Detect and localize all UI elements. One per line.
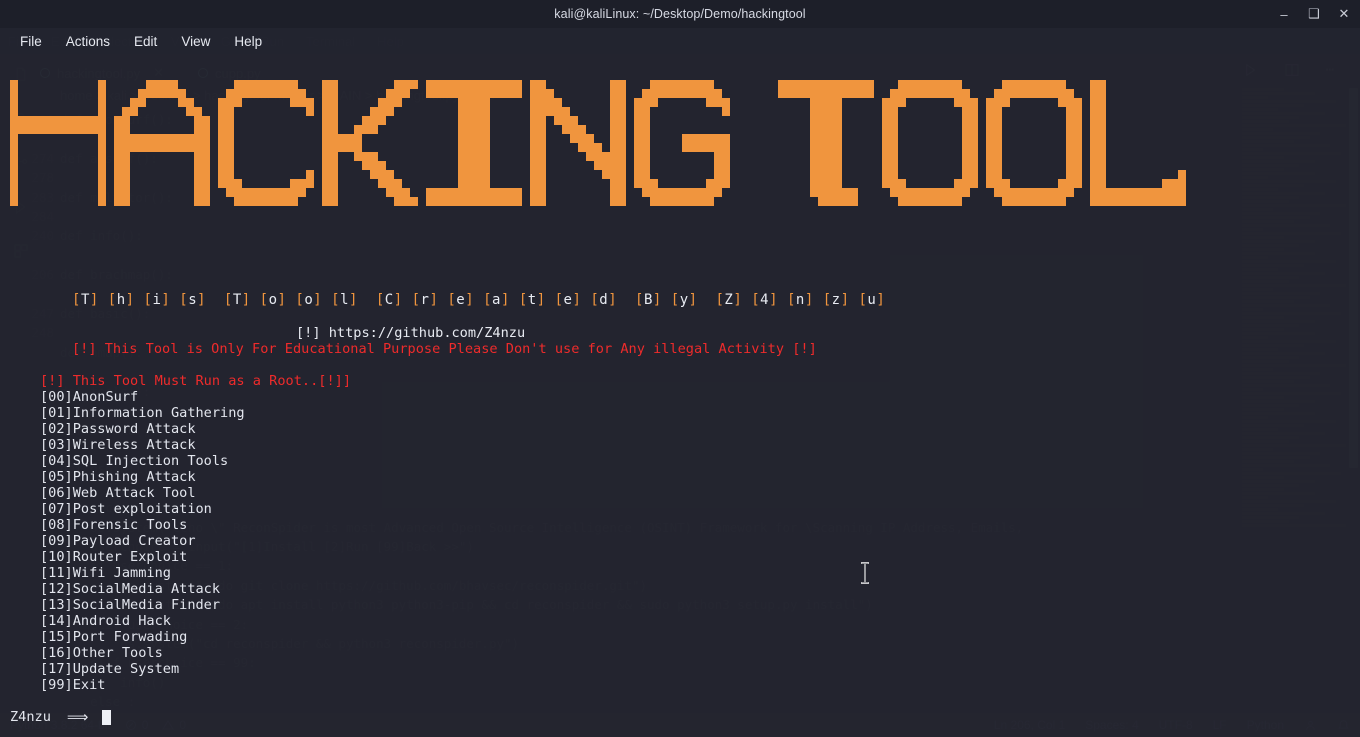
menu-option[interactable]: [01]Information Gathering [40, 405, 245, 421]
menu-actions[interactable]: Actions [54, 31, 122, 52]
menu-option[interactable]: [13]SocialMedia Finder [40, 597, 245, 613]
minimize-button[interactable]: – [1276, 6, 1292, 22]
terminal-titlebar[interactable]: kali@kaliLinux: ~/Desktop/Demo/hackingto… [0, 0, 1360, 28]
menu-view[interactable]: View [169, 31, 222, 52]
menu-option[interactable]: [09]Payload Creator [40, 533, 245, 549]
menu-option[interactable]: [14]Android Hack [40, 613, 245, 629]
menu-option[interactable]: [04]SQL Injection Tools [40, 453, 245, 469]
shell-prompt[interactable]: Z4nzu ⟹ [10, 708, 111, 726]
prompt-arrow-icon: ⟹ [67, 708, 89, 726]
menu-option[interactable]: [10]Router Exploit [40, 549, 245, 565]
menu-option[interactable]: [15]Port Forwading [40, 629, 245, 645]
maximize-button[interactable]: ❑ [1306, 6, 1322, 22]
close-button[interactable]: ✕ [1336, 6, 1352, 22]
menu-option[interactable]: [00]AnonSurf [40, 389, 245, 405]
prompt-user: Z4nzu [10, 709, 51, 725]
menu-option[interactable]: [12]SocialMedia Attack [40, 581, 245, 597]
mouse-text-cursor-icon [858, 562, 872, 584]
menu-option[interactable]: [11]Wifi Jamming [40, 565, 245, 581]
menu-option[interactable]: [07]Post exploitation [40, 501, 245, 517]
terminal-window: kali@kaliLinux: ~/Desktop/Demo/hackingto… [0, 0, 1360, 737]
menu-option[interactable]: [05]Phishing Attack [40, 469, 245, 485]
window-title: kali@kaliLinux: ~/Desktop/Demo/hackingto… [554, 7, 805, 21]
menu-option[interactable]: [03]Wireless Attack [40, 437, 245, 453]
menu-option[interactable]: [99]Exit [40, 677, 245, 693]
menu-option[interactable]: [08]Forensic Tools [40, 517, 245, 533]
credit-line: [T] [h] [i] [s] [T] [o] [o] [l] [C] [r] … [72, 292, 885, 308]
menu-edit[interactable]: Edit [122, 31, 169, 52]
menu-help[interactable]: Help [222, 31, 274, 52]
menu-file[interactable]: File [8, 31, 54, 52]
menu-option[interactable]: [16]Other Tools [40, 645, 245, 661]
screen: File Edit Selection View Go Run Terminal… [0, 0, 1360, 737]
menu-option[interactable]: [06]Web Attack Tool [40, 485, 245, 501]
tool-menu-list: [00]AnonSurf[01]Information Gathering[02… [40, 389, 245, 693]
menu-option[interactable]: [02]Password Attack [40, 421, 245, 437]
text-cursor [102, 710, 111, 725]
window-controls: – ❑ ✕ [1276, 0, 1352, 28]
ascii-art-banner [10, 80, 1194, 206]
terminal-menubar: File Actions Edit View Help [0, 28, 1360, 54]
github-url-line: [!] https://github.com/Z4nzu [296, 325, 525, 341]
menu-option[interactable]: [17]Update System [40, 661, 245, 677]
terminal-output-area[interactable]: [T] [h] [i] [s] [T] [o] [o] [l] [C] [r] … [0, 54, 1360, 737]
root-warning-line: [!] This Tool Must Run as a Root..[!]] [40, 373, 351, 389]
disclaimer-line: [!] This Tool is Only For Educational Pu… [72, 341, 817, 357]
